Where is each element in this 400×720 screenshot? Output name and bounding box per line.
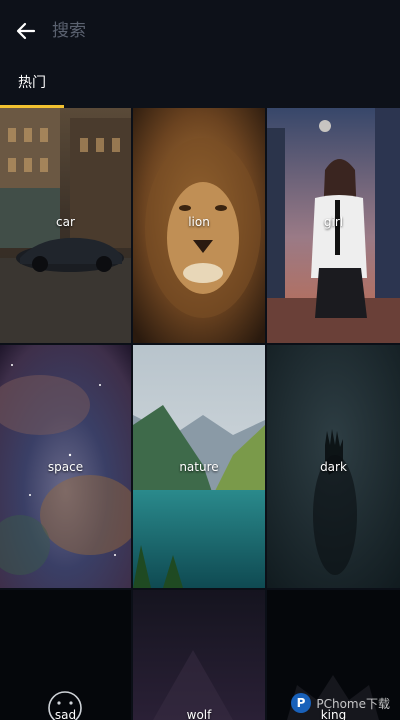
tile-dark[interactable]: dark [267,345,400,588]
tile-label-dark: dark [320,460,347,474]
tile-sad[interactable]: sad [0,590,131,720]
watermark: P PChome下载 [290,692,390,714]
tab-popular[interactable]: 热门 [0,62,64,108]
tab-label: 热门 [18,75,46,91]
wolf-image [133,590,265,720]
pchome-logo-icon: P [291,693,312,713]
svg-text:P: P [297,696,306,710]
tile-label-lion: lion [188,215,210,229]
sad-image [0,590,131,720]
back-button[interactable] [14,19,38,43]
search-input[interactable] [50,13,354,49]
tile-label-wolf: wolf [186,708,212,720]
tab-bar: 热门 [0,62,400,108]
tile-wolf[interactable]: wolf [133,590,265,720]
tile-space[interactable]: space [0,345,131,588]
arrow-left-icon [16,22,36,40]
tile-label-car: car [56,215,75,229]
tile-nature[interactable]: nature [133,345,265,588]
tile-label-nature: nature [179,460,219,474]
tile-label-sad: sad [54,708,77,720]
tile-label-girl: girl [323,215,344,229]
watermark-text: PChome下载 [316,696,390,711]
top-bar [0,0,400,62]
tile-car[interactable]: car [0,108,131,343]
tile-lion[interactable]: lion [133,108,265,343]
category-grid: car lion girl space nature dark sad wolf… [0,108,400,720]
tile-label-space: space [47,460,84,474]
tile-girl[interactable]: girl [267,108,400,343]
